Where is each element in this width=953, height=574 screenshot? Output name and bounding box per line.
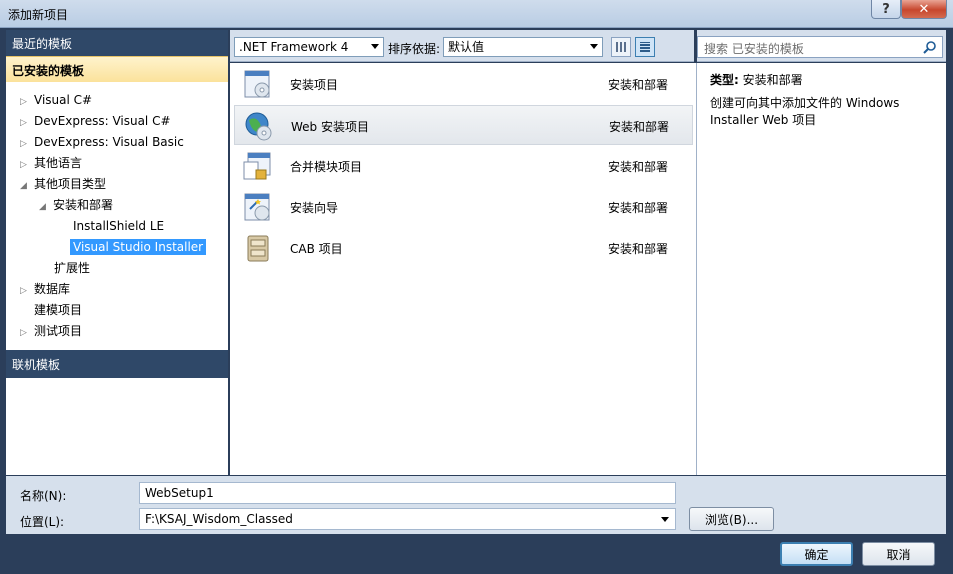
expand-arrow-icon[interactable]: ▷	[20, 135, 34, 154]
expand-arrow-icon[interactable]: ▷	[20, 93, 34, 112]
grid-view-icon	[616, 42, 626, 52]
collapse-arrow-icon[interactable]: ◢	[20, 177, 34, 196]
name-label: 名称(N):	[20, 489, 67, 503]
help-icon: ?	[882, 1, 890, 17]
tree-item-visual-csharp[interactable]: ▷ Visual C#	[20, 91, 92, 110]
search-input[interactable]: 搜索 已安装的模板	[697, 36, 943, 58]
dropdown-arrow-icon	[590, 44, 598, 49]
sort-label: 排序依据:	[388, 42, 441, 56]
sort-dropdown[interactable]: 默认值	[443, 37, 603, 57]
title-bar: 添加新项目 ? ✕	[0, 0, 953, 28]
tree-item-vs-installer[interactable]: Visual Studio Installer	[70, 238, 207, 257]
project-form: 名称(N): WebSetup1 位置(L): F:\KSAJ_Wisdom_C…	[6, 476, 946, 534]
tree-item-test-projects[interactable]: ▷ 测试项目	[20, 322, 82, 341]
tree-item-modeling-projects[interactable]: 建模项目	[34, 301, 82, 320]
template-info-panel: 类型: 安装和部署 创建可向其中添加文件的 Windows Installer …	[697, 63, 946, 475]
template-list: 安装项目 安装和部署 Web 安装项目 安装和部署 合并模块项目 安装和部署 安…	[230, 63, 697, 475]
template-item[interactable]: 安装向导 安装和部署	[234, 187, 693, 227]
name-field[interactable]: WebSetup1	[139, 482, 676, 504]
setup-project-icon	[244, 70, 270, 98]
template-toolbar: .NET Framework 4 排序依据: 默认值	[230, 30, 694, 62]
merge-module-icon	[243, 152, 271, 180]
cab-project-icon	[247, 235, 269, 262]
template-item[interactable]: CAB 项目 安装和部署	[234, 228, 693, 268]
tree-item-other-languages[interactable]: ▷ 其他语言	[20, 154, 82, 173]
template-item[interactable]: 合并模块项目 安装和部署	[234, 146, 693, 186]
template-item[interactable]: 安装项目 安装和部署	[234, 64, 693, 104]
browse-button[interactable]: 浏览(B)...	[689, 507, 774, 531]
installed-templates-header[interactable]: 已安装的模板	[6, 56, 228, 82]
close-icon: ✕	[918, 1, 930, 17]
close-button[interactable]: ✕	[901, 0, 947, 19]
list-view-icon	[640, 42, 650, 52]
setup-wizard-icon	[244, 193, 270, 221]
search-icon[interactable]	[923, 40, 937, 54]
location-field[interactable]: F:\KSAJ_Wisdom_Classed	[139, 508, 676, 530]
list-view-button[interactable]	[635, 37, 655, 57]
expand-arrow-icon[interactable]: ▷	[20, 114, 34, 133]
expand-arrow-icon[interactable]: ▷	[20, 282, 34, 301]
framework-dropdown[interactable]: .NET Framework 4	[234, 37, 384, 57]
tree-item-extensibility[interactable]: 扩展性	[54, 259, 90, 278]
info-type: 类型: 安装和部署	[710, 73, 803, 87]
tree-item-installshield-le[interactable]: InstallShield LE	[73, 217, 164, 236]
web-setup-project-icon	[245, 112, 272, 141]
dropdown-arrow-icon[interactable]	[661, 517, 669, 522]
search-bar-container: 搜索 已安装的模板	[697, 30, 946, 62]
small-icons-view-button[interactable]	[611, 37, 631, 57]
dialog-body: 最近的模板 已安装的模板 ▷ Visual C# ▷ DevExpress: Vis…	[0, 28, 953, 574]
tree-item-database[interactable]: ▷ 数据库	[20, 280, 70, 299]
window-title: 添加新项目	[8, 8, 69, 22]
expand-arrow-icon[interactable]: ▷	[20, 324, 34, 343]
ok-button[interactable]: 确定	[780, 542, 853, 566]
recent-templates-header[interactable]: 最近的模板	[6, 30, 228, 56]
help-button[interactable]: ?	[871, 0, 901, 19]
collapse-arrow-icon[interactable]: ◢	[39, 198, 53, 217]
template-categories-panel: 最近的模板 已安装的模板 ▷ Visual C# ▷ DevExpress: Vis…	[6, 30, 228, 475]
tree-item-setup-deployment[interactable]: ◢ 安装和部署	[39, 196, 113, 215]
location-label: 位置(L):	[20, 515, 65, 529]
template-item[interactable]: Web 安装项目 安装和部署	[234, 105, 693, 145]
info-description: 创建可向其中添加文件的 Windows Installer Web 项目	[710, 96, 900, 127]
dropdown-arrow-icon	[371, 44, 379, 49]
cancel-button[interactable]: 取消	[862, 542, 935, 566]
tree-item-other-project-types[interactable]: ◢ 其他项目类型	[20, 175, 106, 194]
online-templates-header[interactable]: 联机模板	[6, 350, 228, 378]
tree-item-devexpress-csharp[interactable]: ▷ DevExpress: Visual C#	[20, 112, 171, 131]
tree-item-devexpress-vb[interactable]: ▷ DevExpress: Visual Basic	[20, 133, 184, 152]
expand-arrow-icon[interactable]: ▷	[20, 156, 34, 175]
